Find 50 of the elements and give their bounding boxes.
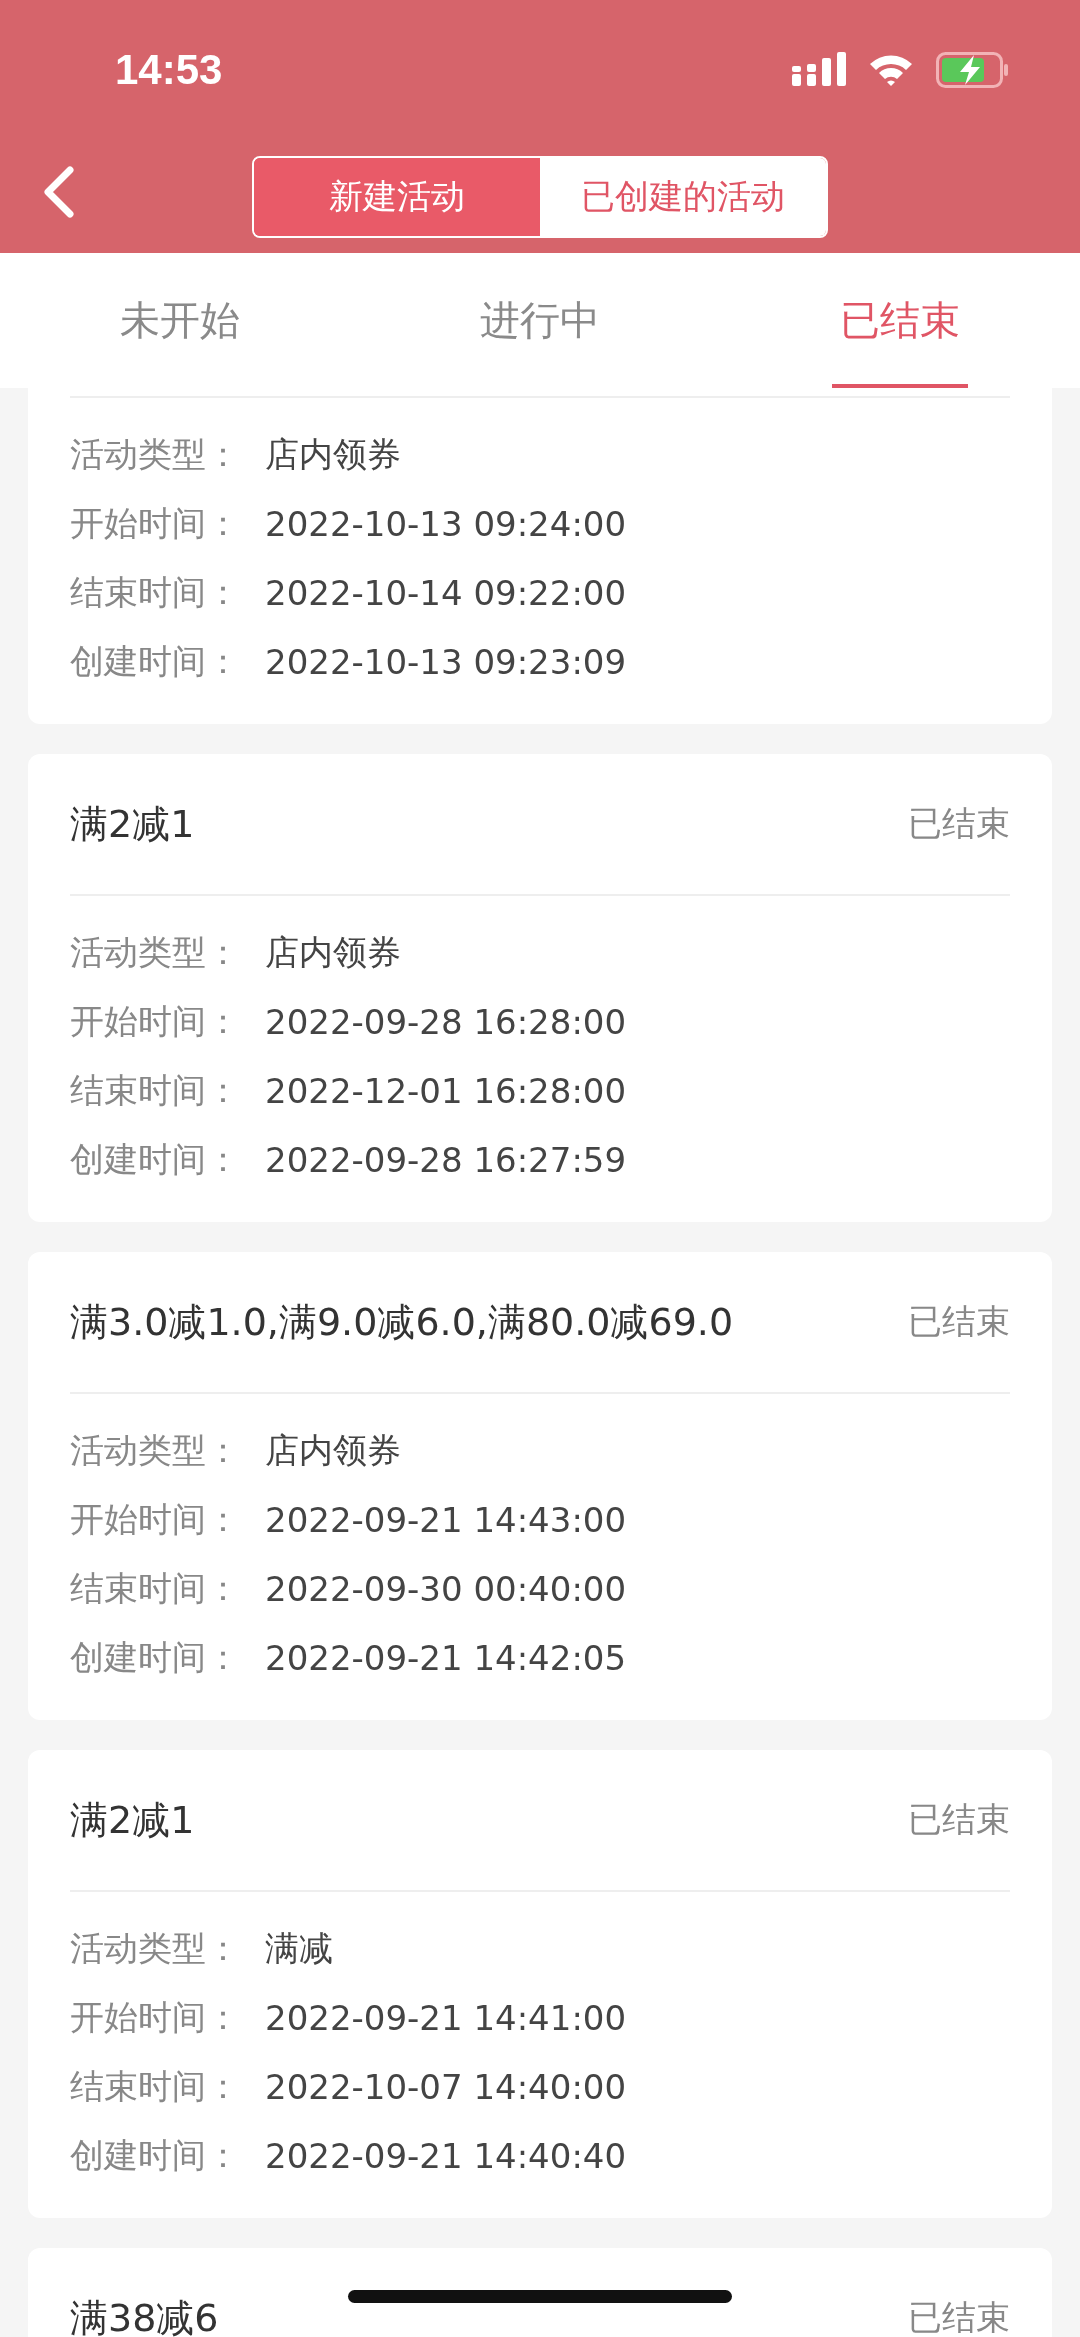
status-time: 14:53 — [115, 46, 223, 94]
field-value: 2022-10-07 14:40:00 — [265, 2066, 627, 2107]
field-value: 2022-09-21 14:40:40 — [265, 2135, 627, 2176]
field-label: 开始时间： — [70, 1497, 241, 1541]
activity-title: 满3.0减1.0,满9.0减6.0,满80.0减69.0 — [70, 1298, 734, 1346]
field-value: 2022-09-30 00:40:00 — [265, 1568, 627, 1609]
status-label: 已结束 — [908, 2296, 1010, 2337]
signal-icon — [792, 52, 846, 88]
field-label: 结束时间： — [70, 570, 241, 614]
field-label: 开始时间： — [70, 501, 241, 545]
field-label: 结束时间： — [70, 2064, 241, 2108]
field-label: 创建时间： — [70, 2133, 241, 2177]
field-label: 活动类型： — [70, 1428, 241, 1472]
field-value: 2022-09-28 16:27:59 — [265, 1139, 627, 1180]
activity-title: 满2减1 — [70, 1796, 195, 1844]
field-value: 2022-10-13 09:23:09 — [265, 641, 627, 682]
field-label: 活动类型： — [70, 930, 241, 974]
field-label: 结束时间： — [70, 1068, 241, 1112]
field-value: 2022-09-21 14:42:05 — [265, 1637, 627, 1678]
segment-tab[interactable]: 已创建的活动 — [540, 157, 826, 236]
field-value: 2022-09-21 14:43:00 — [265, 1499, 627, 1540]
field-value: 满减 — [265, 1926, 333, 1970]
field-value: 2022-10-13 09:24:00 — [265, 503, 627, 544]
field-label: 活动类型： — [70, 432, 241, 476]
field-value: 2022-09-21 14:41:00 — [265, 1997, 627, 2038]
activity-title: 满2减1 — [70, 800, 195, 848]
status-label: 已结束 — [908, 1798, 1010, 1841]
activity-card[interactable]: 活动类型： 店内领券 开始时间： 2022-10-13 09:24:00 结束时间： 2022-10-14 09:22:00 创建时间： 2022-10-13 09:23:09 — [28, 388, 1052, 724]
status-label: 已结束 — [908, 802, 1010, 845]
field-value: 2022-12-01 16:28:00 — [265, 1070, 627, 1111]
status-label: 已结束 — [908, 1300, 1010, 1343]
activity-title: 满38减6 — [70, 2294, 219, 2337]
field-value: 2022-09-28 16:28:00 — [265, 1001, 627, 1042]
field-value: 店内领券 — [265, 1428, 401, 1472]
field-label: 创建时间： — [70, 1635, 241, 1679]
field-value: 2022-10-14 09:22:00 — [265, 572, 627, 613]
battery-charging-icon — [936, 52, 1010, 88]
wifi-icon — [868, 53, 914, 87]
field-label: 开始时间： — [70, 1995, 241, 2039]
field-label: 结束时间： — [70, 1566, 241, 1610]
field-label: 活动类型： — [70, 1926, 241, 1970]
activity-card[interactable]: 满2减1 已结束 活动类型： 满减 开始时间： 2022-09-21 14:41:00 结束时间： 2022-10-07 14:40:00 创建时间： 2022-09-21 14:40:40 — [28, 1750, 1052, 2218]
activity-card[interactable]: 满2减1 已结束 活动类型： 店内领券 开始时间： 2022-09-28 16:28:00 结束时间： 2022-12-01 16:28:00 创建时间： 2022-09-28 16:27:59 — [28, 754, 1052, 1222]
field-label: 创建时间： — [70, 639, 241, 683]
activity-card[interactable]: 满3.0减1.0,满9.0减6.0,满80.0减69.0 已结束 活动类型： 店内领券 开始时间： 2022-09-21 14:43:00 结束时间： 2022-09-30 00:40:00 创建时间： 2022-09-21 14:42:05 — [28, 1252, 1052, 1720]
field-value: 店内领券 — [265, 930, 401, 974]
field-label: 开始时间： — [70, 999, 241, 1043]
field-value: 店内领券 — [265, 432, 401, 476]
activity-card[interactable]: 满38减6 已结束 — [28, 2248, 1052, 2337]
field-label: 创建时间： — [70, 1137, 241, 1181]
